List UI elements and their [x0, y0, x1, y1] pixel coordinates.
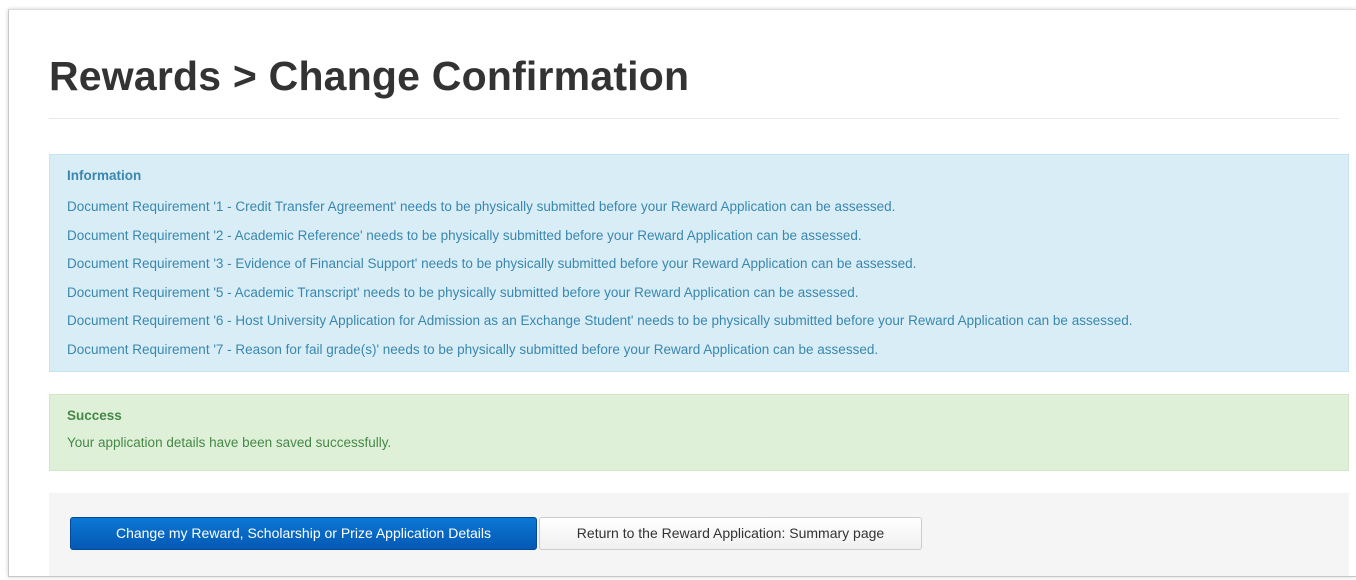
action-bar: Change my Reward, Scholarship or Prize A…	[49, 493, 1349, 576]
change-application-details-button[interactable]: Change my Reward, Scholarship or Prize A…	[70, 517, 537, 550]
success-message: Your application details have been saved…	[67, 435, 392, 450]
information-message: Document Requirement '7 - Reason for fai…	[67, 341, 879, 357]
success-alert-heading: Success	[67, 408, 122, 423]
information-message: Document Requirement '1 - Credit Transfe…	[67, 199, 896, 214]
page-title: Rewards > Change Confirmation	[49, 53, 690, 99]
information-message: Document Requirement '6 - Host Universit…	[67, 313, 1133, 328]
information-message: Document Requirement '2 - Academic Refer…	[67, 227, 862, 243]
information-message: Document Requirement '3 - Evidence of Fi…	[67, 256, 917, 271]
return-to-summary-button[interactable]: Return to the Reward Application: Summar…	[539, 517, 922, 550]
page-frame: Rewards > Change Confirmation Informatio…	[8, 9, 1356, 577]
success-alert: Success Your application details have be…	[49, 394, 1349, 471]
information-message: Document Requirement '5 - Academic Trans…	[67, 284, 859, 300]
information-alert: Information Document Requirement '1 - Cr…	[49, 154, 1349, 372]
title-divider	[49, 118, 1339, 119]
information-alert-heading: Information	[67, 168, 142, 183]
